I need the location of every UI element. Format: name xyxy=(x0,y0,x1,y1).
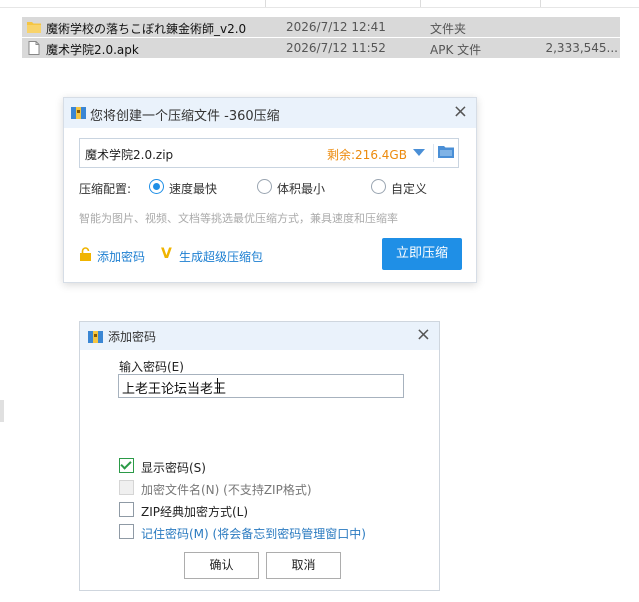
file-date: 2026/7/12 11:52 xyxy=(286,41,386,55)
divider xyxy=(433,144,434,162)
file-row-folder[interactable]: 魔術学校の落ちこぼれ錬金術師_v2.0 2026/7/12 12:41 文件夹 xyxy=(22,17,620,37)
radio-circle[interactable] xyxy=(257,179,272,194)
add-password-label[interactable]: 添加密码 xyxy=(97,248,145,265)
checkbox-box[interactable] xyxy=(119,502,134,517)
radio-label: 体积最小 xyxy=(277,182,326,196)
compression-hint: 智能为图片、视频、文档等挑选最优压缩方式，兼具速度和压缩率 xyxy=(79,212,398,225)
dialog-titlebar[interactable]: 添加密码 × xyxy=(80,322,439,350)
compress-now-button[interactable]: 立即压缩 xyxy=(382,238,462,270)
column-header-strip xyxy=(0,0,639,8)
confirm-button[interactable]: 确认 xyxy=(184,552,259,579)
file-type: 文件夹 xyxy=(430,22,467,36)
checkbox-label: 显示密码(S) xyxy=(141,461,206,475)
password-input-label: 输入密码(E) xyxy=(119,360,184,374)
column-divider[interactable] xyxy=(265,0,266,7)
file-icon xyxy=(28,41,40,55)
close-icon[interactable]: × xyxy=(416,325,431,345)
radio-label: 速度最快 xyxy=(169,182,218,196)
dialog-titlebar[interactable]: 您将创建一个压缩文件 -360压缩 × xyxy=(64,98,476,128)
cancel-button[interactable]: 取消 xyxy=(266,552,341,579)
archive-app-icon xyxy=(88,331,103,343)
close-icon[interactable]: × xyxy=(453,102,468,122)
lock-icon xyxy=(80,247,91,261)
password-dialog: 添加密码 × 输入密码(E) 上老王论坛当老王 显示密码(S) 加密文件名(N)… xyxy=(79,321,440,591)
checkbox-label: ZIP经典加密方式(L) xyxy=(141,505,249,519)
file-name: 魔术学院2.0.apk xyxy=(46,43,139,57)
radio-label: 自定义 xyxy=(391,182,428,196)
file-size: 2,333,545... xyxy=(545,41,618,55)
scrollbar-thumb[interactable] xyxy=(0,400,4,422)
checkbox-box xyxy=(119,480,134,495)
file-name: 魔術学校の落ちこぼれ錬金術師_v2.0 xyxy=(46,22,247,36)
file-type: APK 文件 xyxy=(430,43,482,57)
dialog-title: 添加密码 xyxy=(108,330,157,344)
radio-circle[interactable] xyxy=(371,179,386,194)
password-input[interactable]: 上老王论坛当老王 xyxy=(118,374,404,398)
checkbox-label: 记住密码(M) (将会备忘到密码管理窗口中) xyxy=(141,527,366,541)
chevron-down-icon[interactable] xyxy=(413,149,425,156)
archive-name-value[interactable]: 魔术学院2.0.zip xyxy=(85,146,173,163)
column-divider[interactable] xyxy=(420,0,421,7)
password-value[interactable]: 上老王论坛当老王 xyxy=(122,378,226,397)
config-label: 压缩配置: xyxy=(79,182,132,196)
file-date: 2026/7/12 12:41 xyxy=(286,20,386,34)
text-caret xyxy=(217,378,218,393)
super-package-label[interactable]: 生成超级压缩包 xyxy=(179,248,263,265)
checkbox-label: 加密文件名(N) (不支持ZIP格式) xyxy=(141,483,312,497)
file-row-apk[interactable]: 魔术学院2.0.apk 2026/7/12 11:52 APK 文件 2,333… xyxy=(22,38,620,58)
dialog-title: 您将创建一个压缩文件 -360压缩 xyxy=(90,109,280,124)
v-badge-icon: V xyxy=(161,246,172,262)
archive-path-field[interactable]: 魔术学院2.0.zip 剩余:216.4GB xyxy=(79,138,459,168)
radio-circle[interactable] xyxy=(149,179,164,194)
folder-icon xyxy=(27,22,41,33)
checkbox-box[interactable] xyxy=(119,458,134,473)
browse-folder-icon[interactable] xyxy=(438,145,454,159)
checkbox-box[interactable] xyxy=(119,524,134,539)
compress-dialog: 您将创建一个压缩文件 -360压缩 × 魔术学院2.0.zip 剩余:216.4… xyxy=(63,97,477,283)
free-space-label: 剩余:216.4GB xyxy=(327,148,407,162)
archive-app-icon xyxy=(71,107,86,119)
column-divider[interactable] xyxy=(540,0,541,7)
